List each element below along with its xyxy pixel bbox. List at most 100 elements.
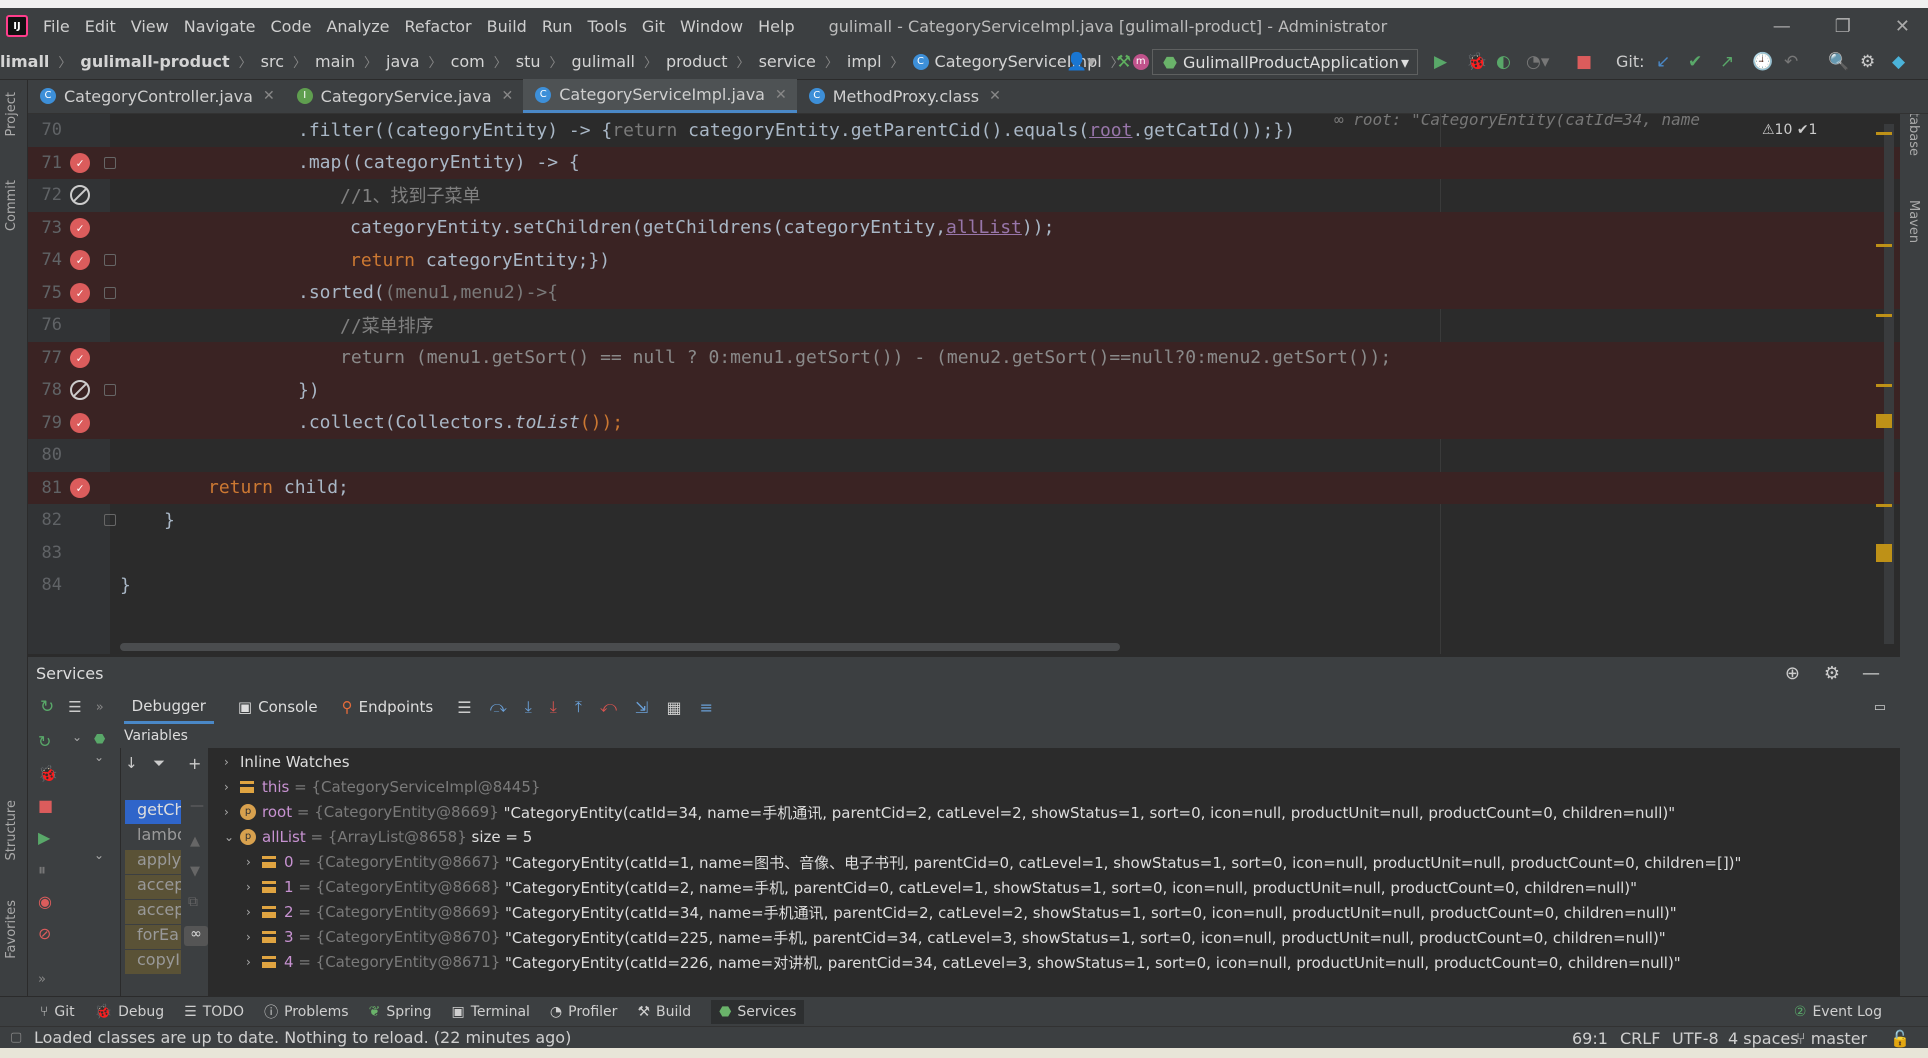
fold-marker-icon[interactable] — [104, 286, 116, 299]
threads-menu-icon[interactable]: ☰ — [457, 698, 471, 717]
force-step-into-icon[interactable]: ⤓ — [550, 697, 557, 717]
tab-endpoints[interactable]: ⚲ Endpoints — [342, 698, 434, 716]
expand-icon[interactable]: › — [224, 805, 240, 819]
git-history-icon[interactable]: 🕘 — [1752, 52, 1773, 72]
warning-stripe[interactable] — [1876, 504, 1892, 507]
coverage-icon[interactable]: ◐ — [1496, 52, 1511, 72]
more-icon[interactable]: » — [96, 700, 104, 715]
add-watch-icon[interactable]: + — [188, 754, 201, 773]
event-log-button[interactable]: ② Event Log — [1794, 1004, 1882, 1020]
chevron-down-icon[interactable]: ⌄ — [94, 848, 104, 862]
menu-window[interactable]: Window — [680, 17, 743, 36]
trace-icon[interactable]: ≡ — [700, 698, 713, 717]
frame-item[interactable]: lambd — [125, 825, 181, 849]
list-item[interactable]: › 3 = {CategoryEntity@8670} "CategoryEnt… — [246, 925, 1666, 949]
rerun-icon[interactable]: ↻ — [38, 732, 51, 751]
expand-icon[interactable]: › — [246, 880, 262, 894]
variable-row[interactable]: › this = {CategoryServiceImpl@8445} — [224, 775, 540, 799]
collapse-icon[interactable]: ⌄ — [224, 830, 240, 844]
minimize-icon[interactable]: — — [1773, 16, 1791, 37]
filter-icon[interactable]: ⏷ — [153, 754, 165, 772]
warning-stripe[interactable] — [1876, 132, 1892, 135]
git-commit-icon[interactable]: ✔ — [1688, 52, 1702, 72]
git-update-icon[interactable]: ↙ — [1656, 52, 1670, 72]
tab-method-proxy[interactable]: C MethodProxy.class ✕ — [797, 79, 1011, 113]
breakpoint-icon[interactable]: ✓ — [70, 347, 90, 368]
pause-icon[interactable]: ⏸ — [38, 860, 46, 880]
breadcrumb-impl[interactable]: impl — [847, 52, 882, 71]
list-item[interactable]: › 0 = {CategoryEntity@8667} "CategoryEnt… — [246, 850, 1741, 874]
maven-tool-button[interactable]: Maven — [1906, 200, 1921, 243]
tab-debugger[interactable]: Debugger — [123, 690, 214, 724]
rerun-icon[interactable]: ↻ — [40, 697, 54, 717]
menu-view[interactable]: View — [131, 17, 169, 36]
remove-watch-icon[interactable]: — — [190, 798, 204, 814]
layout-settings-icon[interactable]: ▭ — [1874, 700, 1886, 715]
stop-icon[interactable]: ■ — [38, 796, 53, 815]
menu-refactor[interactable]: Refactor — [405, 17, 472, 36]
git-branch[interactable]: ⑂ master — [1796, 1029, 1867, 1048]
close-icon[interactable]: ✕ — [989, 88, 1001, 104]
favorites-tool-button[interactable]: Favorites — [4, 900, 19, 959]
menu-git[interactable]: Git — [642, 17, 665, 36]
move-down-icon[interactable]: ▼ — [190, 864, 200, 879]
watches-infinity-icon[interactable]: ∞ — [184, 926, 208, 946]
breadcrumb-service[interactable]: service — [759, 52, 816, 71]
fold-marker-icon[interactable] — [104, 384, 116, 397]
search-icon[interactable]: 🔍 — [1828, 52, 1849, 72]
tab-category-service[interactable]: I CategoryService.java ✕ — [285, 79, 524, 113]
menu-help[interactable]: Help — [758, 17, 794, 36]
menu-file[interactable]: File — [43, 17, 70, 36]
tab-problems[interactable]: ⓘ Problems — [264, 1002, 349, 1022]
variable-row[interactable]: › p root = {CategoryEntity@8669} "Catego… — [224, 800, 1675, 824]
menu-edit[interactable]: Edit — [85, 17, 116, 36]
view-breakpoints-icon[interactable]: ◉ — [38, 892, 52, 911]
breadcrumb-module[interactable]: gulimall-product — [80, 52, 229, 71]
tab-services[interactable]: ⬣ Services — [711, 999, 805, 1024]
breakpoint-icon[interactable]: ✓ — [70, 250, 90, 271]
horizontal-scrollbar[interactable] — [120, 643, 1120, 651]
minimize-panel-icon[interactable]: — — [1862, 663, 1880, 684]
lock-icon[interactable]: 🔓 — [1890, 1029, 1910, 1048]
fold-marker-icon[interactable] — [104, 254, 116, 267]
breakpoint-icon[interactable]: ✓ — [70, 217, 90, 238]
breadcrumb-product[interactable]: product — [666, 52, 728, 71]
frame-item[interactable]: forEa — [125, 925, 181, 949]
collapse-all-icon[interactable]: ☰ — [68, 698, 81, 716]
step-into-icon[interactable]: ⤓ — [525, 697, 532, 717]
breadcrumb-stu[interactable]: stu — [516, 52, 541, 71]
breadcrumb-src[interactable]: src — [261, 52, 284, 71]
menu-analyze[interactable]: Analyze — [326, 17, 389, 36]
breadcrumb-gulimall[interactable]: gulimall — [572, 52, 635, 71]
tab-build[interactable]: ⚒ Build — [637, 1004, 691, 1020]
list-item[interactable]: › 2 = {CategoryEntity@8669} "CategoryEnt… — [246, 900, 1677, 924]
menu-navigate[interactable]: Navigate — [184, 17, 256, 36]
close-icon[interactable]: ✕ — [502, 88, 514, 104]
tab-terminal[interactable]: ▣ Terminal — [452, 1004, 530, 1020]
breakpoint-icon[interactable]: ✓ — [70, 282, 90, 303]
step-out-icon[interactable]: ⤒ — [575, 697, 582, 717]
project-tool-button[interactable]: Project — [4, 92, 19, 136]
debug-icon[interactable]: 🐞 — [1466, 52, 1487, 72]
run-configuration-select[interactable]: ⬣ GulimallProductApplication ▾ — [1152, 49, 1418, 75]
stop-icon[interactable]: ■ — [1576, 52, 1592, 72]
warning-stripe[interactable] — [1876, 314, 1892, 317]
expand-icon[interactable]: › — [246, 955, 262, 969]
file-encoding[interactable]: UTF-8 — [1672, 1029, 1719, 1048]
tab-console[interactable]: ▣ Console — [238, 698, 318, 716]
frame-item[interactable]: getCh — [125, 800, 181, 824]
commit-tool-button[interactable]: Commit — [4, 180, 19, 231]
caret-position[interactable]: 69:1 — [1572, 1029, 1608, 1048]
profile-icon[interactable]: ◔▾ — [1526, 52, 1549, 72]
status-layout-icon[interactable]: ▢ — [10, 1030, 22, 1045]
breadcrumb-com[interactable]: com — [451, 52, 485, 71]
arrow-down-icon[interactable]: ↓ — [125, 754, 138, 772]
tab-category-service-impl[interactable]: C CategoryServiceImpl.java ✕ — [523, 79, 797, 113]
expand-icon[interactable]: › — [224, 755, 240, 769]
resume-icon[interactable]: ▶ — [38, 828, 50, 847]
frame-item[interactable]: apply — [125, 850, 181, 874]
inspection-warnings-badge[interactable]: ⚠10 ✔1 — [1762, 122, 1817, 138]
tab-profiler[interactable]: ◔ Profiler — [550, 1004, 618, 1020]
breadcrumb-java[interactable]: java — [386, 52, 420, 71]
warning-stripe[interactable] — [1876, 244, 1892, 247]
